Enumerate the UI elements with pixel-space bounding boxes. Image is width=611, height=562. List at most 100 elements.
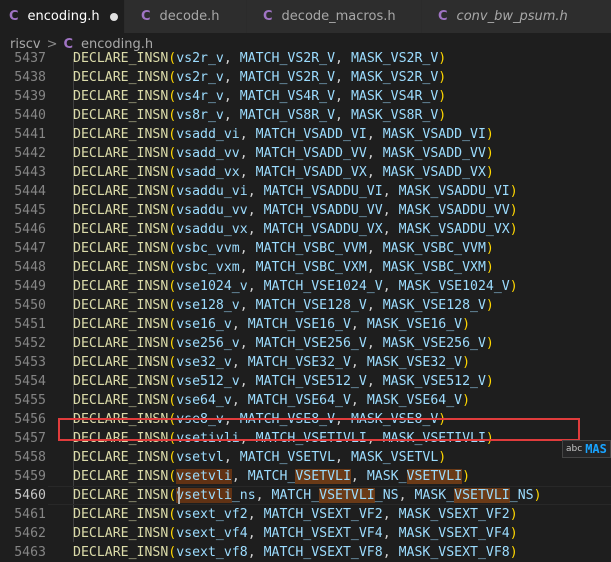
mask-const: MASK_VSETVL — [350, 450, 439, 465]
line-number: 5438 — [14, 70, 46, 85]
match-const: MATCH_VSEXT_VF4 — [263, 526, 383, 541]
insn-name: vsext_vf4 — [176, 526, 248, 541]
close-paren: ) — [462, 469, 471, 484]
close-paren: ) — [462, 317, 471, 332]
insn-name: vse256_v — [176, 336, 240, 351]
code-line: 5458 DECLARE_INSN(vsetvl, MATCH_VSETVL, M… — [0, 448, 611, 467]
match-const: MATCH_VSEXT_VF2 — [263, 507, 383, 522]
close-paren: ) — [533, 488, 542, 503]
code-text: DECLARE_INSN(vsext_vf2, MATCH_VSEXT_VF2,… — [73, 507, 518, 522]
mask-const: MASK_VSE32_V — [366, 355, 463, 370]
macro-name: DECLARE_INSN — [73, 165, 169, 180]
close-paren: ) — [485, 146, 494, 161]
code-line: 5455 DECLARE_INSN(vse64_v, MATCH_VSE64_V,… — [0, 391, 611, 410]
code-line: 5444 DECLARE_INSN(vsaddu_vi, MATCH_VSADDU… — [0, 182, 611, 201]
code-line: 5440 DECLARE_INSN(vs8r_v, MATCH_VS8R_V, M… — [0, 106, 611, 125]
line-number: 5444 — [14, 184, 46, 199]
mask-const: MASK_VSE128_V — [382, 298, 486, 313]
line-number: 5456 — [14, 412, 46, 427]
insn-name: vse1024_v — [176, 279, 248, 294]
mask-const: MASK_VSADDU_VX — [398, 222, 510, 237]
c-file-icon: C — [9, 9, 19, 24]
insn-name: vs4r_v — [176, 89, 224, 104]
macro-name: DECLARE_INSN — [73, 317, 169, 332]
mask-const: MASK_VSETVLI_NS — [414, 488, 534, 503]
close-paren: ) — [485, 165, 494, 180]
macro-name: DECLARE_INSN — [73, 203, 169, 218]
code-text: DECLARE_INSN(vsadd_vi, MATCH_VSADD_VI, M… — [73, 127, 494, 142]
macro-name: DECLARE_INSN — [73, 279, 169, 294]
macro-name: DECLARE_INSN — [73, 393, 169, 408]
unsaved-dot-icon[interactable] — [109, 12, 118, 21]
mask-const: MASK_VSETVLI — [366, 469, 463, 484]
mask-const: MASK_VS2R_V — [350, 51, 439, 66]
close-paren: ) — [462, 355, 471, 370]
macro-name: DECLARE_INSN — [73, 70, 169, 85]
code-line: 5449 DECLARE_INSN(vse1024_v, MATCH_VSE102… — [0, 277, 611, 296]
tab-encoding-h[interactable]: C encoding.h — [0, 0, 125, 33]
match-const: MATCH_VSBC_VXM — [255, 260, 367, 275]
mask-const: MASK_VSEXT_VF4 — [398, 526, 510, 541]
close-paren: ) — [438, 450, 447, 465]
insn-name: vsadd_vx — [176, 165, 240, 180]
close-paren: ) — [509, 184, 518, 199]
close-paren: ) — [438, 70, 447, 85]
code-line: 5443 DECLARE_INSN(vsadd_vx, MATCH_VSADD_V… — [0, 163, 611, 182]
mask-const: MASK_VSADDU_VV — [398, 203, 510, 218]
match-const: MATCH_VSETVLI — [247, 469, 351, 484]
line-number: 5461 — [14, 507, 46, 522]
tab-conv-bw-psum-h[interactable]: C conv_bw_psum.h — [422, 0, 611, 33]
annotation-red-box — [58, 418, 580, 441]
line-number: 5437 — [14, 51, 46, 66]
insn-name: vse64_v — [176, 393, 232, 408]
code-line: 5448 DECLARE_INSN(vsbc_vxm, MATCH_VSBC_VX… — [0, 258, 611, 277]
code-text: DECLARE_INSN(vsetvl, MATCH_VSETVL, MASK_… — [73, 450, 447, 465]
line-number: 5453 — [14, 355, 46, 370]
macro-name: DECLARE_INSN — [73, 89, 169, 104]
line-number: 5450 — [14, 298, 46, 313]
code-line: 5454 DECLARE_INSN(vse512_v, MATCH_VSE512_… — [0, 372, 611, 391]
code-line: 5452 DECLARE_INSN(vse256_v, MATCH_VSE256_… — [0, 334, 611, 353]
macro-name: DECLARE_INSN — [73, 355, 169, 370]
insn-name: vs8r_v — [176, 108, 224, 123]
macro-name: DECLARE_INSN — [73, 127, 169, 142]
code-text: DECLARE_INSN(vsaddu_vi, MATCH_VSADDU_VI,… — [73, 184, 518, 199]
insn-name: vs2r_v — [176, 51, 224, 66]
close-paren: ) — [485, 298, 494, 313]
code-text: DECLARE_INSN(vs8r_v, MATCH_VS8R_V, MASK_… — [73, 108, 447, 123]
match-highlight: VSETVLI — [295, 469, 351, 484]
code-text: DECLARE_INSN(vs4r_v, MATCH_VS4R_V, MASK_… — [73, 89, 447, 104]
match-highlight: VSETVLI — [319, 488, 375, 503]
line-number: 5447 — [14, 241, 46, 256]
code-text: DECLARE_INSN(vse64_v, MATCH_VSE64_V, MAS… — [73, 393, 471, 408]
line-number: 5462 — [14, 526, 46, 541]
close-paren: ) — [462, 393, 471, 408]
suggest-widget[interactable]: abc MAS — [562, 440, 611, 458]
tab-decode-h[interactable]: C decode.h — [125, 0, 247, 33]
code-line: 5438 DECLARE_INSN(vs2r_v, MATCH_VS2R_V, M… — [0, 68, 611, 87]
code-text: DECLARE_INSN(vsetvli_ns, MATCH_VSETVLI_N… — [73, 488, 542, 503]
code-text: DECLARE_INSN(vsbc_vvm, MATCH_VSBC_VVM, M… — [73, 241, 494, 256]
match-highlight: vsetvli — [176, 488, 232, 503]
close-paren: ) — [509, 507, 518, 522]
close-paren: ) — [485, 336, 494, 351]
line-number: 5452 — [14, 336, 46, 351]
mask-const: MASK_VSADD_VI — [382, 127, 486, 142]
code-line: 5445 DECLARE_INSN(vsaddu_vv, MATCH_VSADDU… — [0, 201, 611, 220]
macro-name: DECLARE_INSN — [73, 241, 169, 256]
macro-name: DECLARE_INSN — [73, 450, 169, 465]
macro-name: DECLARE_INSN — [73, 146, 169, 161]
match-const: MATCH_VSE512_V — [255, 374, 367, 389]
suggest-item[interactable]: MAS — [585, 442, 607, 456]
line-number: 5463 — [14, 545, 46, 560]
close-paren: ) — [509, 203, 518, 218]
tab-label: decode_macros.h — [281, 9, 396, 24]
tab-decode-macros-h[interactable]: C decode_macros.h — [247, 0, 422, 33]
mask-const: MASK_VSADD_VV — [382, 146, 486, 161]
macro-name: DECLARE_INSN — [73, 260, 169, 275]
insn-name: vsetvl — [176, 450, 224, 465]
code-text: DECLARE_INSN(vs2r_v, MATCH_VS2R_V, MASK_… — [73, 51, 447, 66]
insn-name: vsext_vf8 — [176, 545, 248, 560]
code-editor[interactable]: 5437 DECLARE_INSN(vs2r_v, MATCH_VS2R_V, M… — [0, 51, 611, 560]
line-number: 5441 — [14, 127, 46, 142]
